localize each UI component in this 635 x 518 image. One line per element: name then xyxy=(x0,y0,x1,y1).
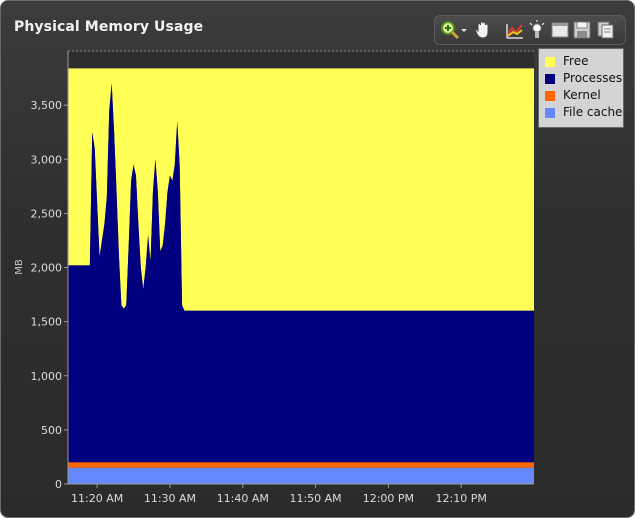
x-tick-label: 11:40 AM xyxy=(217,492,269,505)
y-tick-label: 0 xyxy=(55,478,62,491)
area-file-cache xyxy=(68,467,534,484)
x-tick-label: 11:30 AM xyxy=(144,492,196,505)
y-tick-label: 500 xyxy=(41,424,62,437)
y-tick-label: 2,500 xyxy=(31,207,63,220)
x-tick-label: 11:50 AM xyxy=(289,492,341,505)
area-kernel xyxy=(68,462,534,468)
x-axis-ticks: 11:20 AM 11:30 AM 11:40 AM 11:50 AM 12:00 PM… xyxy=(71,484,487,505)
y-axis-ticks: 0 500 1,000 1,500 2,000 2,500 3,000 3,500 xyxy=(31,99,68,491)
x-tick-label: 12:10 PM xyxy=(436,492,487,505)
y-tick-label: 1,500 xyxy=(31,316,63,329)
x-tick-label: 12:00 PM xyxy=(363,492,414,505)
y-axis-title: MB xyxy=(14,259,25,275)
y-tick-label: 3,000 xyxy=(31,153,63,166)
y-tick-label: 3,500 xyxy=(31,99,63,112)
x-tick-label: 11:20 AM xyxy=(71,492,123,505)
y-tick-label: 1,000 xyxy=(31,370,63,383)
y-tick-label: 2,000 xyxy=(31,262,63,275)
memory-area-chart: 0 500 1,000 1,500 2,000 2,500 3,000 3,500 11:20… xyxy=(14,50,534,505)
memory-usage-panel: Physical Memory Usage Free Processes Ker… xyxy=(0,0,635,518)
